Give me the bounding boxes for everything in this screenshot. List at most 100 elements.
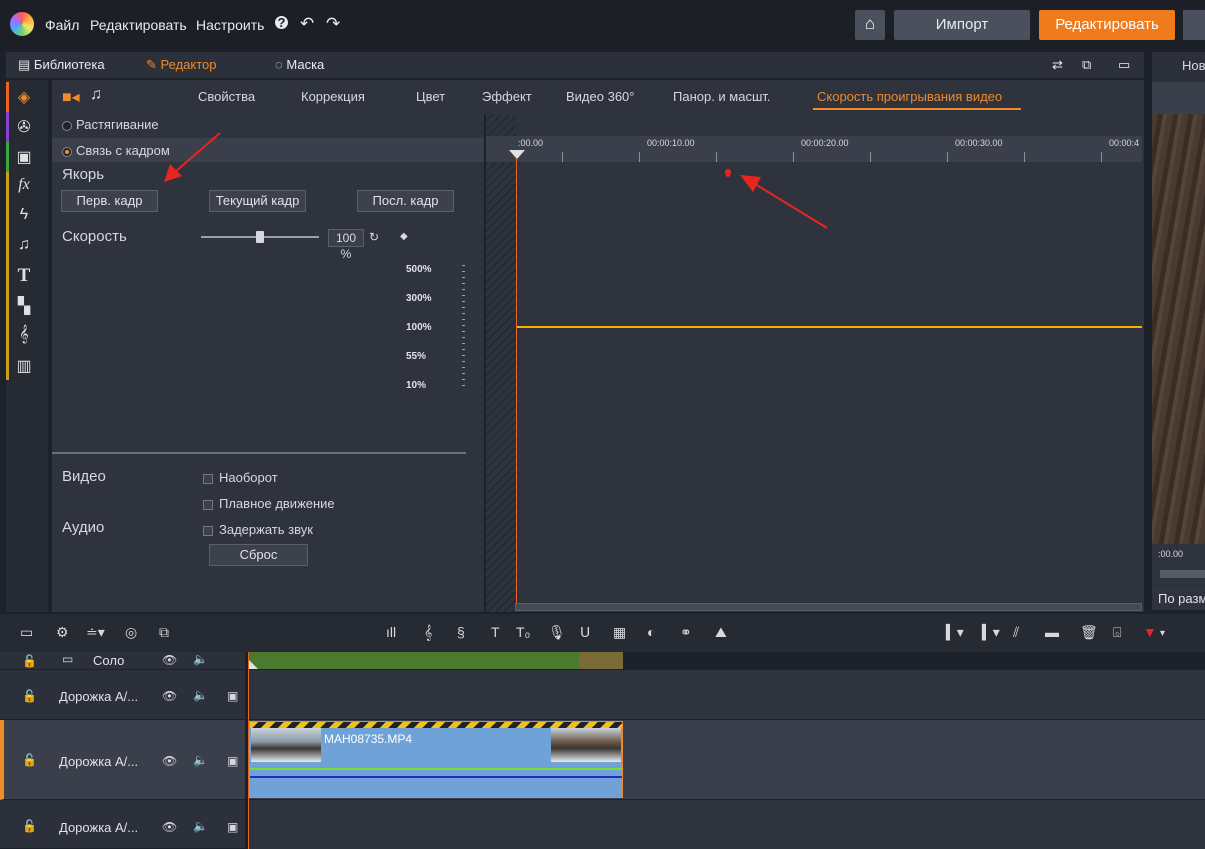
hold-audio-option[interactable]: Задержать звук [203, 522, 313, 537]
menu-file[interactable]: Файл [45, 17, 79, 33]
eye-icon[interactable]: 👁 [162, 754, 177, 768]
tab-editor[interactable]: ✎ Редактор [146, 57, 217, 73]
lightning-icon[interactable]: ϟ [14, 206, 34, 224]
track-name-2[interactable]: Дорожка А/... [59, 754, 138, 769]
track-name-3[interactable]: Дорожка А/... [59, 820, 138, 835]
piano-icon[interactable]: ▥ [14, 356, 34, 376]
radio-button-selected[interactable] [62, 146, 72, 157]
timeline-playhead-handle[interactable] [249, 660, 258, 669]
music-icon[interactable]: ♫ [14, 236, 34, 254]
track-monitor-icon[interactable]: ▣ [227, 820, 238, 834]
lock-icon[interactable]: 🔓 [22, 819, 37, 833]
image-icon[interactable]: ⛰ [715, 624, 727, 641]
scorefitter-icon[interactable]: 𝄞 [424, 624, 432, 641]
extra-button[interactable] [1183, 10, 1205, 40]
marker-icon[interactable]: ▍▾ [946, 624, 964, 641]
timeline-ruler-end[interactable] [579, 652, 623, 669]
last-frame-button[interactable]: Посл. кадр [357, 190, 454, 212]
track-lane-3[interactable] [248, 800, 1205, 849]
transition-icon[interactable]: ᑌ [580, 624, 590, 641]
marker-out-icon[interactable]: ▍▾ [982, 624, 1000, 641]
score-icon[interactable]: 𝄞 [14, 326, 34, 344]
track-options-icon[interactable]: ≐▾ [86, 624, 105, 641]
layers-icon[interactable]: ◈ [14, 87, 34, 107]
speed-slider-thumb[interactable] [256, 231, 264, 243]
radio-stretch[interactable]: Растягивание [52, 113, 484, 137]
hold-audio-checkbox[interactable] [203, 525, 213, 536]
fit-size-label[interactable]: По разм [1158, 591, 1205, 606]
speaker-icon[interactable]: 🔈 [193, 819, 208, 833]
reset-speed-icon[interactable]: ↻ [369, 230, 379, 244]
tab-video-360[interactable]: Видео 360° [566, 89, 634, 104]
tab-library[interactable]: ▤ Библиотека [18, 57, 105, 73]
smooth-option[interactable]: Плавное движение [203, 496, 335, 511]
eye-icon[interactable]: 👁 [162, 689, 177, 703]
keyframe-diamond-icon[interactable]: ◆ [400, 231, 408, 242]
razor-icon[interactable]: ⫽ [1013, 624, 1019, 641]
lock-icon[interactable]: 🔓 [22, 753, 37, 767]
tab-properties[interactable]: Свойства [198, 89, 255, 104]
color-icon[interactable]: ◐ [647, 624, 655, 640]
track-lane-1[interactable] [248, 670, 1205, 720]
lock-icon[interactable]: 🔓 [22, 654, 37, 668]
settings-gear-icon[interactable]: ⚙ [56, 624, 69, 641]
preview-scrubber[interactable] [1160, 570, 1205, 578]
eye-icon[interactable]: 👁 [162, 653, 177, 667]
radio-button[interactable] [62, 120, 72, 131]
marker-red-icon[interactable]: ▼ [1143, 624, 1157, 640]
first-frame-button[interactable]: Перв. кадр [61, 190, 158, 212]
film-reel-icon[interactable]: ✇ [14, 117, 34, 137]
speed-value-field[interactable]: 100 % [328, 229, 364, 261]
import-button[interactable]: Импорт [894, 10, 1030, 40]
tab-color[interactable]: Цвет [416, 89, 445, 104]
popout-icon[interactable]: ⧉ [1082, 57, 1091, 73]
track-monitor-icon[interactable]: ▭ [62, 652, 73, 666]
smooth-checkbox[interactable] [203, 499, 213, 510]
audio-note-icon[interactable]: ♫ [90, 86, 102, 104]
delete-icon[interactable]: 🗑 [1080, 624, 1098, 641]
solo-label[interactable]: Соло [93, 653, 124, 668]
help-icon[interactable]: ? [275, 16, 288, 29]
tab-pan-zoom[interactable]: Панор. и масшт. [673, 89, 771, 104]
montage-icon[interactable]: ▚ [14, 296, 34, 316]
title-icon[interactable]: T [491, 624, 500, 640]
track-monitor-icon[interactable]: ▣ [227, 754, 238, 768]
app-logo[interactable] [10, 12, 34, 36]
title-3d-icon[interactable]: T₀ [516, 624, 530, 640]
menu-edit[interactable]: Редактировать [90, 17, 187, 33]
speaker-icon[interactable]: 🔈 [193, 688, 208, 702]
speaker-icon[interactable]: 🔈 [193, 652, 208, 666]
eye-icon[interactable]: 👁 [162, 820, 177, 834]
tab-playback-speed[interactable]: Скорость проигрывания видео [817, 89, 1002, 104]
grid-icon[interactable]: ▦ [613, 624, 626, 641]
split-icon[interactable]: ▬ [1045, 624, 1059, 640]
video-camera-icon[interactable]: ■◂ [62, 87, 80, 107]
menu-settings[interactable]: Настроить [196, 17, 264, 33]
tab-correction[interactable]: Коррекция [301, 89, 365, 104]
marker-dropdown-icon[interactable]: ▾ [1160, 628, 1165, 639]
audio-mixer-icon[interactable]: ıll [386, 624, 396, 640]
lock-icon[interactable]: 🔓 [22, 689, 37, 703]
sound-effect-icon[interactable]: § [457, 624, 465, 640]
playhead-handle[interactable] [509, 150, 525, 159]
track-name-1[interactable]: Дорожка А/... [59, 689, 138, 704]
timeline-ruler-green[interactable] [249, 652, 579, 669]
layout-icon[interactable]: ▭ [1118, 57, 1130, 73]
radio-link-frame[interactable]: Связь с кадром [52, 138, 484, 162]
swap-icon[interactable]: ⇄ [1052, 57, 1063, 73]
undo-icon[interactable]: ↶ [300, 14, 314, 34]
snapshot-icon[interactable]: ⌺ [1113, 624, 1121, 641]
tab-mask[interactable]: ◌ Маска [275, 57, 324, 72]
speed-curve-line[interactable] [517, 326, 1142, 328]
stack-icon[interactable]: ▣ [14, 147, 34, 167]
export-frame-icon[interactable]: ⧉ [159, 624, 169, 641]
reverse-checkbox[interactable] [203, 473, 213, 484]
redo-icon[interactable]: ↷ [326, 14, 340, 34]
disc-icon[interactable]: ◎ [125, 624, 137, 641]
text-icon[interactable]: T [14, 265, 34, 287]
track-monitor-icon[interactable]: ▣ [227, 689, 238, 703]
preview-tab[interactable]: Нов [1182, 58, 1205, 73]
tab-effect[interactable]: Эффект [482, 89, 532, 104]
edit-button[interactable]: Редактировать [1039, 10, 1175, 40]
microphone-icon[interactable]: 🎙 [548, 624, 566, 641]
